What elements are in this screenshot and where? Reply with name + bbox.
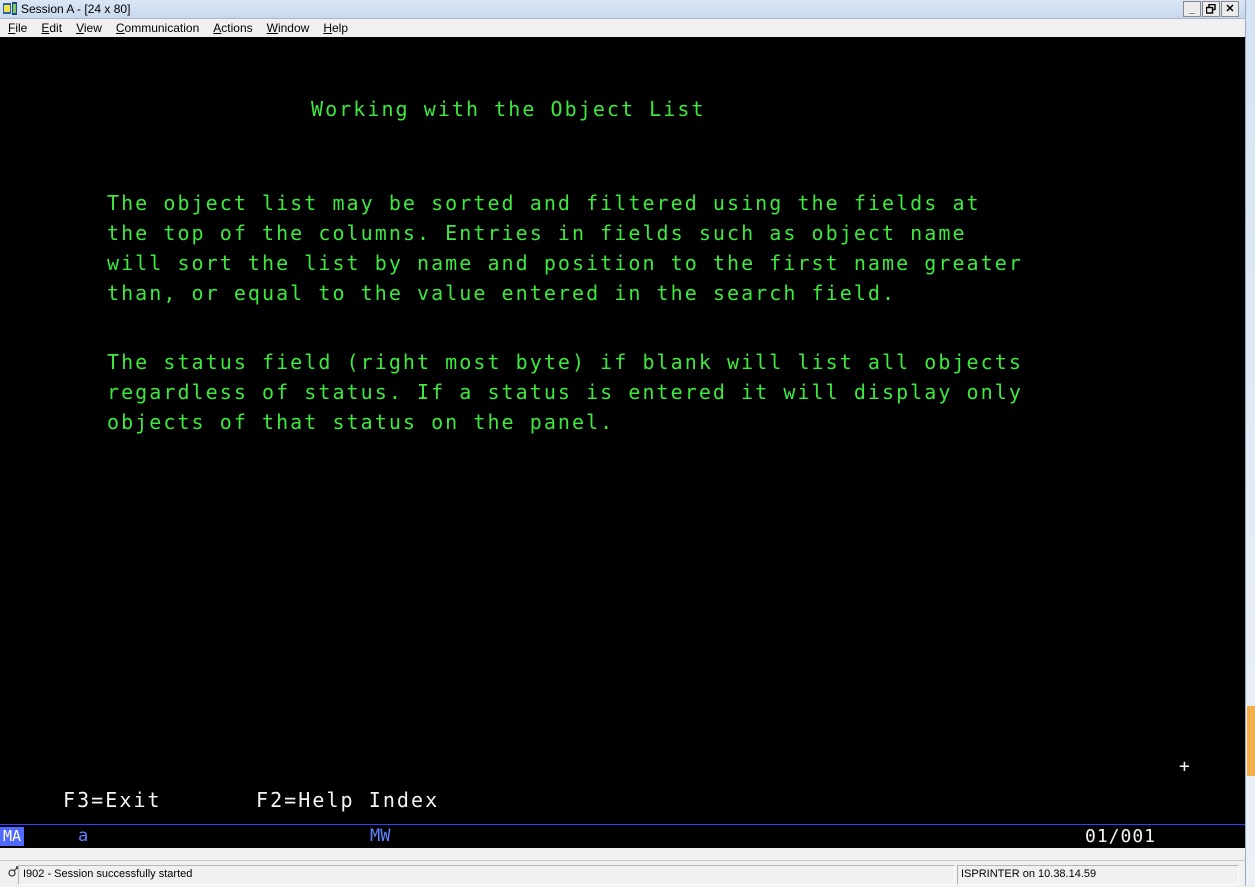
- menu-view-rest: iew: [83, 21, 102, 35]
- menu-communication-key: C: [115, 21, 125, 35]
- restore-icon: [1205, 3, 1216, 14]
- help-line-2: the top of the columns. Entries in field…: [107, 221, 967, 245]
- help-line-4: than, or equal to the value entered in t…: [107, 281, 897, 305]
- oia-mw-indicator: MW: [370, 826, 391, 846]
- help-line-5: The status field (right most byte) if bl…: [107, 350, 1023, 374]
- printer-status: ISPRINTER on 10.38.14.59: [961, 868, 1097, 880]
- menu-actions-rest: ctions: [221, 21, 253, 35]
- window-title: Session A - [24 x 80]: [21, 2, 131, 16]
- terminal-screen[interactable]: Working with the Object List The object …: [0, 37, 1245, 824]
- menu-help-key: H: [323, 21, 332, 35]
- oia-input-char: a: [78, 826, 89, 846]
- cursor-position: 01/001: [1085, 826, 1157, 847]
- printer-status-pane: ISPRINTER on 10.38.14.59: [957, 865, 1239, 885]
- background-window-accent: [1247, 706, 1255, 776]
- menu-file[interactable]: File: [6, 21, 29, 35]
- fkey-help-index[interactable]: F2=Help Index: [256, 788, 439, 812]
- status-bar: I902 - Session successfully started ISPR…: [0, 860, 1245, 887]
- menu-help[interactable]: Help: [321, 21, 350, 35]
- more-indicator: +: [1179, 756, 1192, 777]
- minimize-button[interactable]: _: [1183, 1, 1201, 17]
- close-button[interactable]: ✕: [1221, 1, 1239, 17]
- menu-communication[interactable]: Communication: [114, 21, 201, 35]
- help-line-1: The object list may be sorted and filter…: [107, 191, 981, 215]
- screen-heading: Working with the Object List: [311, 97, 706, 121]
- oia-ma-indicator: MA: [0, 827, 24, 846]
- menu-edit[interactable]: Edit: [39, 21, 64, 35]
- window-title-bar[interactable]: Session A - [24 x 80] _ ✕: [0, 0, 1245, 19]
- menu-bar: File Edit View Communication Actions Win…: [0, 19, 1245, 37]
- session-icon: [3, 2, 17, 15]
- menu-edit-rest: dit: [49, 21, 63, 35]
- menu-window-rest: indow: [277, 21, 310, 35]
- help-line-7: objects of that status on the panel.: [107, 410, 615, 434]
- menu-window-key: W: [266, 21, 278, 35]
- menu-file-rest: ile: [15, 21, 28, 35]
- menu-communication-rest: ommunication: [124, 21, 200, 35]
- help-line-6: regardless of status. If a status is ent…: [107, 380, 1023, 404]
- menu-actions[interactable]: Actions: [211, 21, 254, 35]
- menu-view[interactable]: View: [74, 21, 104, 35]
- menu-window[interactable]: Window: [265, 21, 312, 35]
- fkey-exit[interactable]: F3=Exit: [63, 788, 162, 812]
- menu-help-rest: elp: [331, 21, 348, 35]
- help-line-3: will sort the list by name and position …: [107, 251, 1023, 275]
- window-controls: _ ✕: [1183, 1, 1239, 17]
- status-message: I902 - Session successfully started: [23, 868, 193, 880]
- maximize-button[interactable]: [1202, 1, 1220, 17]
- operator-info-area: MA a MW 01/001: [0, 825, 1245, 848]
- menu-view-key: V: [76, 21, 84, 35]
- status-message-pane: I902 - Session successfully started: [18, 865, 955, 885]
